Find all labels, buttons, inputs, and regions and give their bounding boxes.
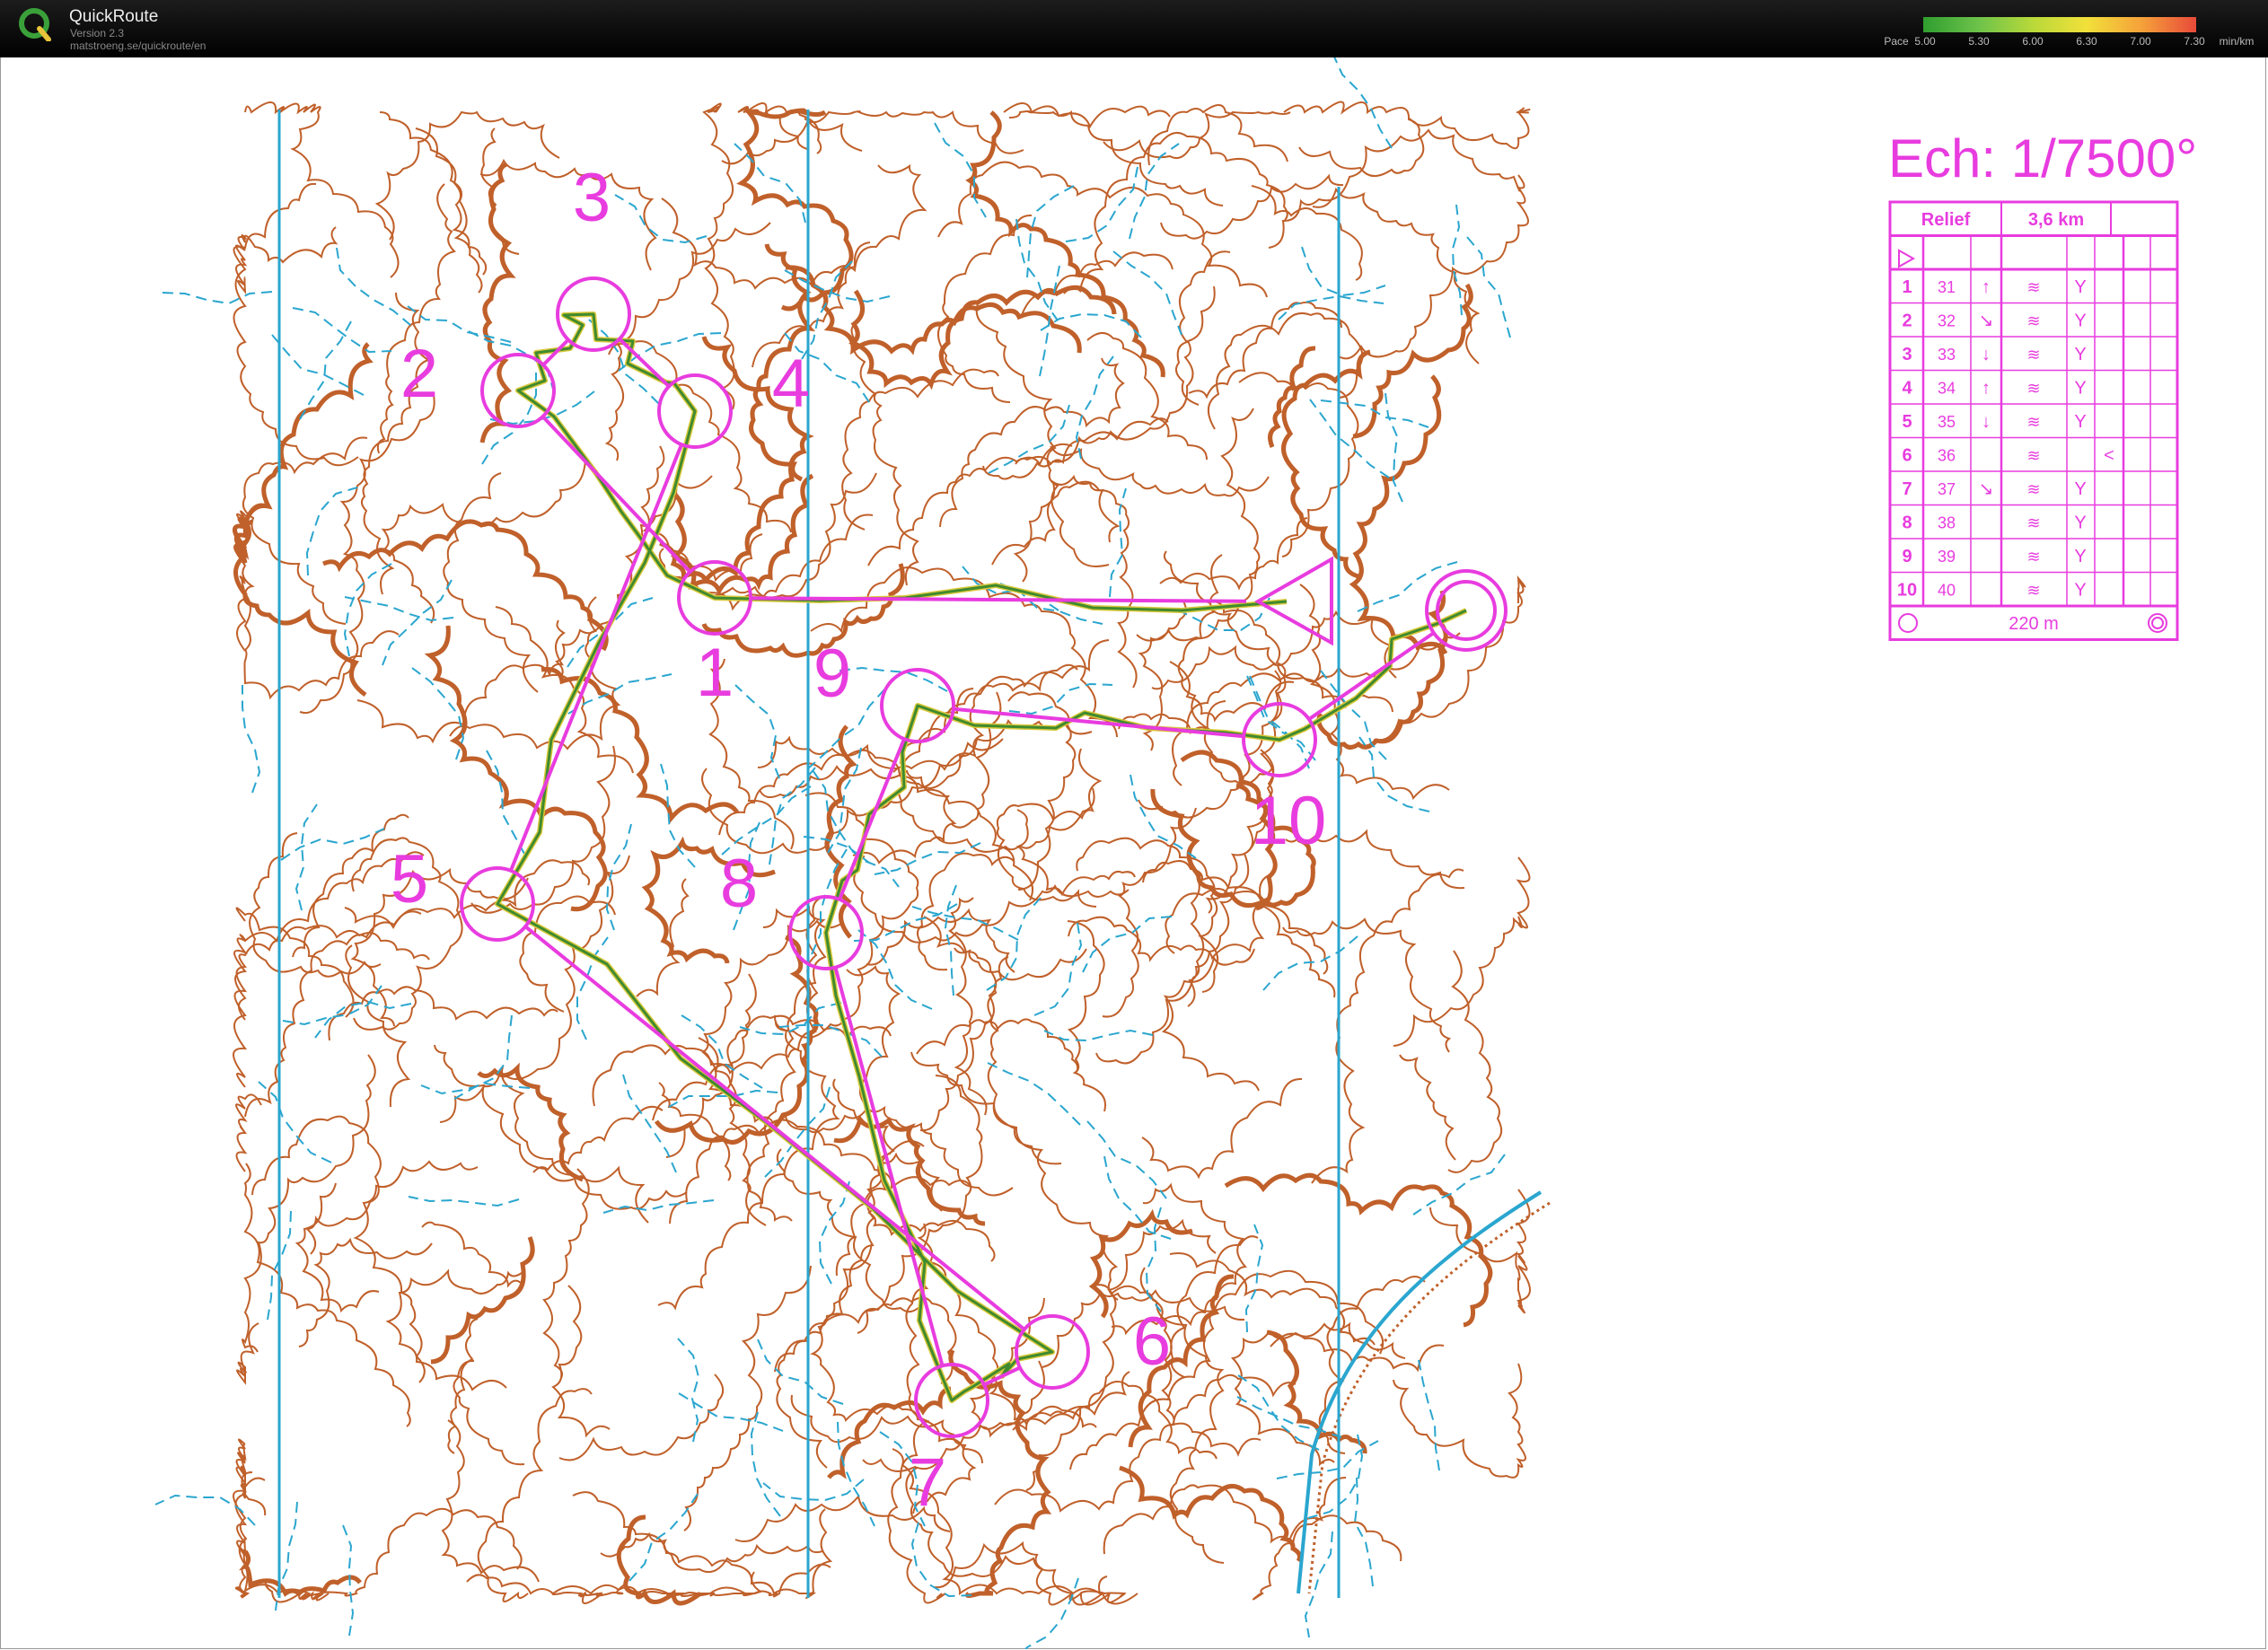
description-direction: ↑ xyxy=(1982,379,1991,399)
pace-tick: 5.30 xyxy=(1968,35,1990,48)
description-code: 39 xyxy=(1938,548,1956,566)
description-feature: ≋ xyxy=(2026,312,2040,330)
description-control-number: 4 xyxy=(1902,379,1912,399)
description-detail: Y xyxy=(2074,479,2086,499)
description-direction: ↘ xyxy=(1979,312,1994,331)
control-circle[interactable]: 10 xyxy=(1242,702,1327,859)
description-feature: ≋ xyxy=(2026,582,2040,600)
description-feature: ≋ xyxy=(2026,346,2040,364)
description-feature: ≋ xyxy=(2026,278,2040,296)
pace-tick: 6.00 xyxy=(2022,35,2044,48)
description-control-number: 6 xyxy=(1902,446,1912,466)
title-bar: QuickRoute Version 2.3 matstroeng.se/qui… xyxy=(0,0,2268,57)
description-detail: Y xyxy=(2074,379,2086,399)
control-number: 6 xyxy=(1133,1303,1171,1380)
description-control-number: 5 xyxy=(1902,412,1912,432)
description-code: 34 xyxy=(1938,380,1956,398)
control-number: 7 xyxy=(909,1444,946,1521)
description-control-number: 8 xyxy=(1902,513,1912,533)
description-direction: ↑ xyxy=(1982,277,1991,297)
app-title: QuickRoute xyxy=(69,7,159,26)
control-number: 8 xyxy=(720,846,758,922)
control-number: 4 xyxy=(772,346,810,422)
quickroute-logo-icon xyxy=(19,8,51,41)
control-number: 2 xyxy=(400,336,438,412)
description-control-number: 9 xyxy=(1902,547,1912,566)
control-number: 10 xyxy=(1251,783,1327,859)
description-code: 32 xyxy=(1938,312,1956,330)
pace-unit: min/km xyxy=(2219,35,2255,48)
description-control-number: 1 xyxy=(1902,277,1912,297)
control-number: 5 xyxy=(391,841,428,917)
control-description-sheet: Relief 3,6 km1 31 ↑ ≋ Y2 32 ↘ ≋ Y3 33 ↓ ≋ Y4 34 ↑ ≋ Y5 35 ↓… xyxy=(1888,200,2179,641)
description-code: 38 xyxy=(1938,514,1956,532)
control-number: 1 xyxy=(696,635,734,711)
map-viewport[interactable]: 1 2 3 4 5 6 7 8 9 10 Ech: 1/7500° Relief 3,6 km 1 31… xyxy=(0,57,2266,1649)
description-feature: ≋ xyxy=(2026,380,2040,398)
app-url[interactable]: matstroeng.se/quickroute/en xyxy=(70,39,206,52)
description-detail: Y xyxy=(2074,412,2086,432)
description-feature: ≋ xyxy=(2026,413,2040,431)
description-feature: ≋ xyxy=(2026,514,2040,532)
description-feature: ≋ xyxy=(2026,548,2040,566)
description-detail: Y xyxy=(2074,513,2086,533)
description-control-number: 3 xyxy=(1902,345,1912,364)
water-features xyxy=(154,57,1551,1649)
description-detail: Y xyxy=(2074,277,2086,297)
description-extra: < xyxy=(2104,446,2114,466)
description-detail: Y xyxy=(2074,581,2086,601)
description-direction: ↘ xyxy=(1979,479,1994,499)
pace-label: Pace xyxy=(1884,35,1909,48)
control-number: 9 xyxy=(813,636,851,712)
description-title: Relief xyxy=(1921,210,1971,230)
description-code: 35 xyxy=(1938,413,1956,431)
description-control-number: 7 xyxy=(1902,479,1912,499)
finish-distance: 220 m xyxy=(2009,614,2059,634)
description-code: 31 xyxy=(1938,278,1956,296)
pace-tick: 5.00 xyxy=(1914,35,1936,48)
pace-tick: 7.00 xyxy=(2130,35,2151,48)
description-detail: Y xyxy=(2074,547,2086,566)
description-detail: Y xyxy=(2074,345,2086,364)
description-control-number: 10 xyxy=(1897,581,1917,601)
control-number: 3 xyxy=(573,160,611,236)
description-code: 37 xyxy=(1938,480,1956,498)
pace-color-bar xyxy=(1923,17,2196,32)
description-feature: ≋ xyxy=(2026,480,2040,498)
app-version: Version 2.3 xyxy=(70,27,125,39)
description-direction: ↓ xyxy=(1982,345,1991,364)
description-code: 36 xyxy=(1938,447,1956,465)
pace-tick: 7.30 xyxy=(2184,35,2205,48)
map-scale-label: Ech: 1/7500° xyxy=(1888,128,2198,189)
description-direction: ↓ xyxy=(1982,412,1991,432)
control-circle[interactable]: 2 xyxy=(400,336,556,428)
pace-tick: 6.30 xyxy=(2076,35,2097,48)
course-length: 3,6 km xyxy=(2028,210,2084,230)
description-code: 33 xyxy=(1938,346,1956,364)
description-control-number: 2 xyxy=(1902,312,1912,331)
description-code: 40 xyxy=(1938,582,1956,600)
description-detail: Y xyxy=(2074,312,2086,331)
description-feature: ≋ xyxy=(2026,447,2040,465)
